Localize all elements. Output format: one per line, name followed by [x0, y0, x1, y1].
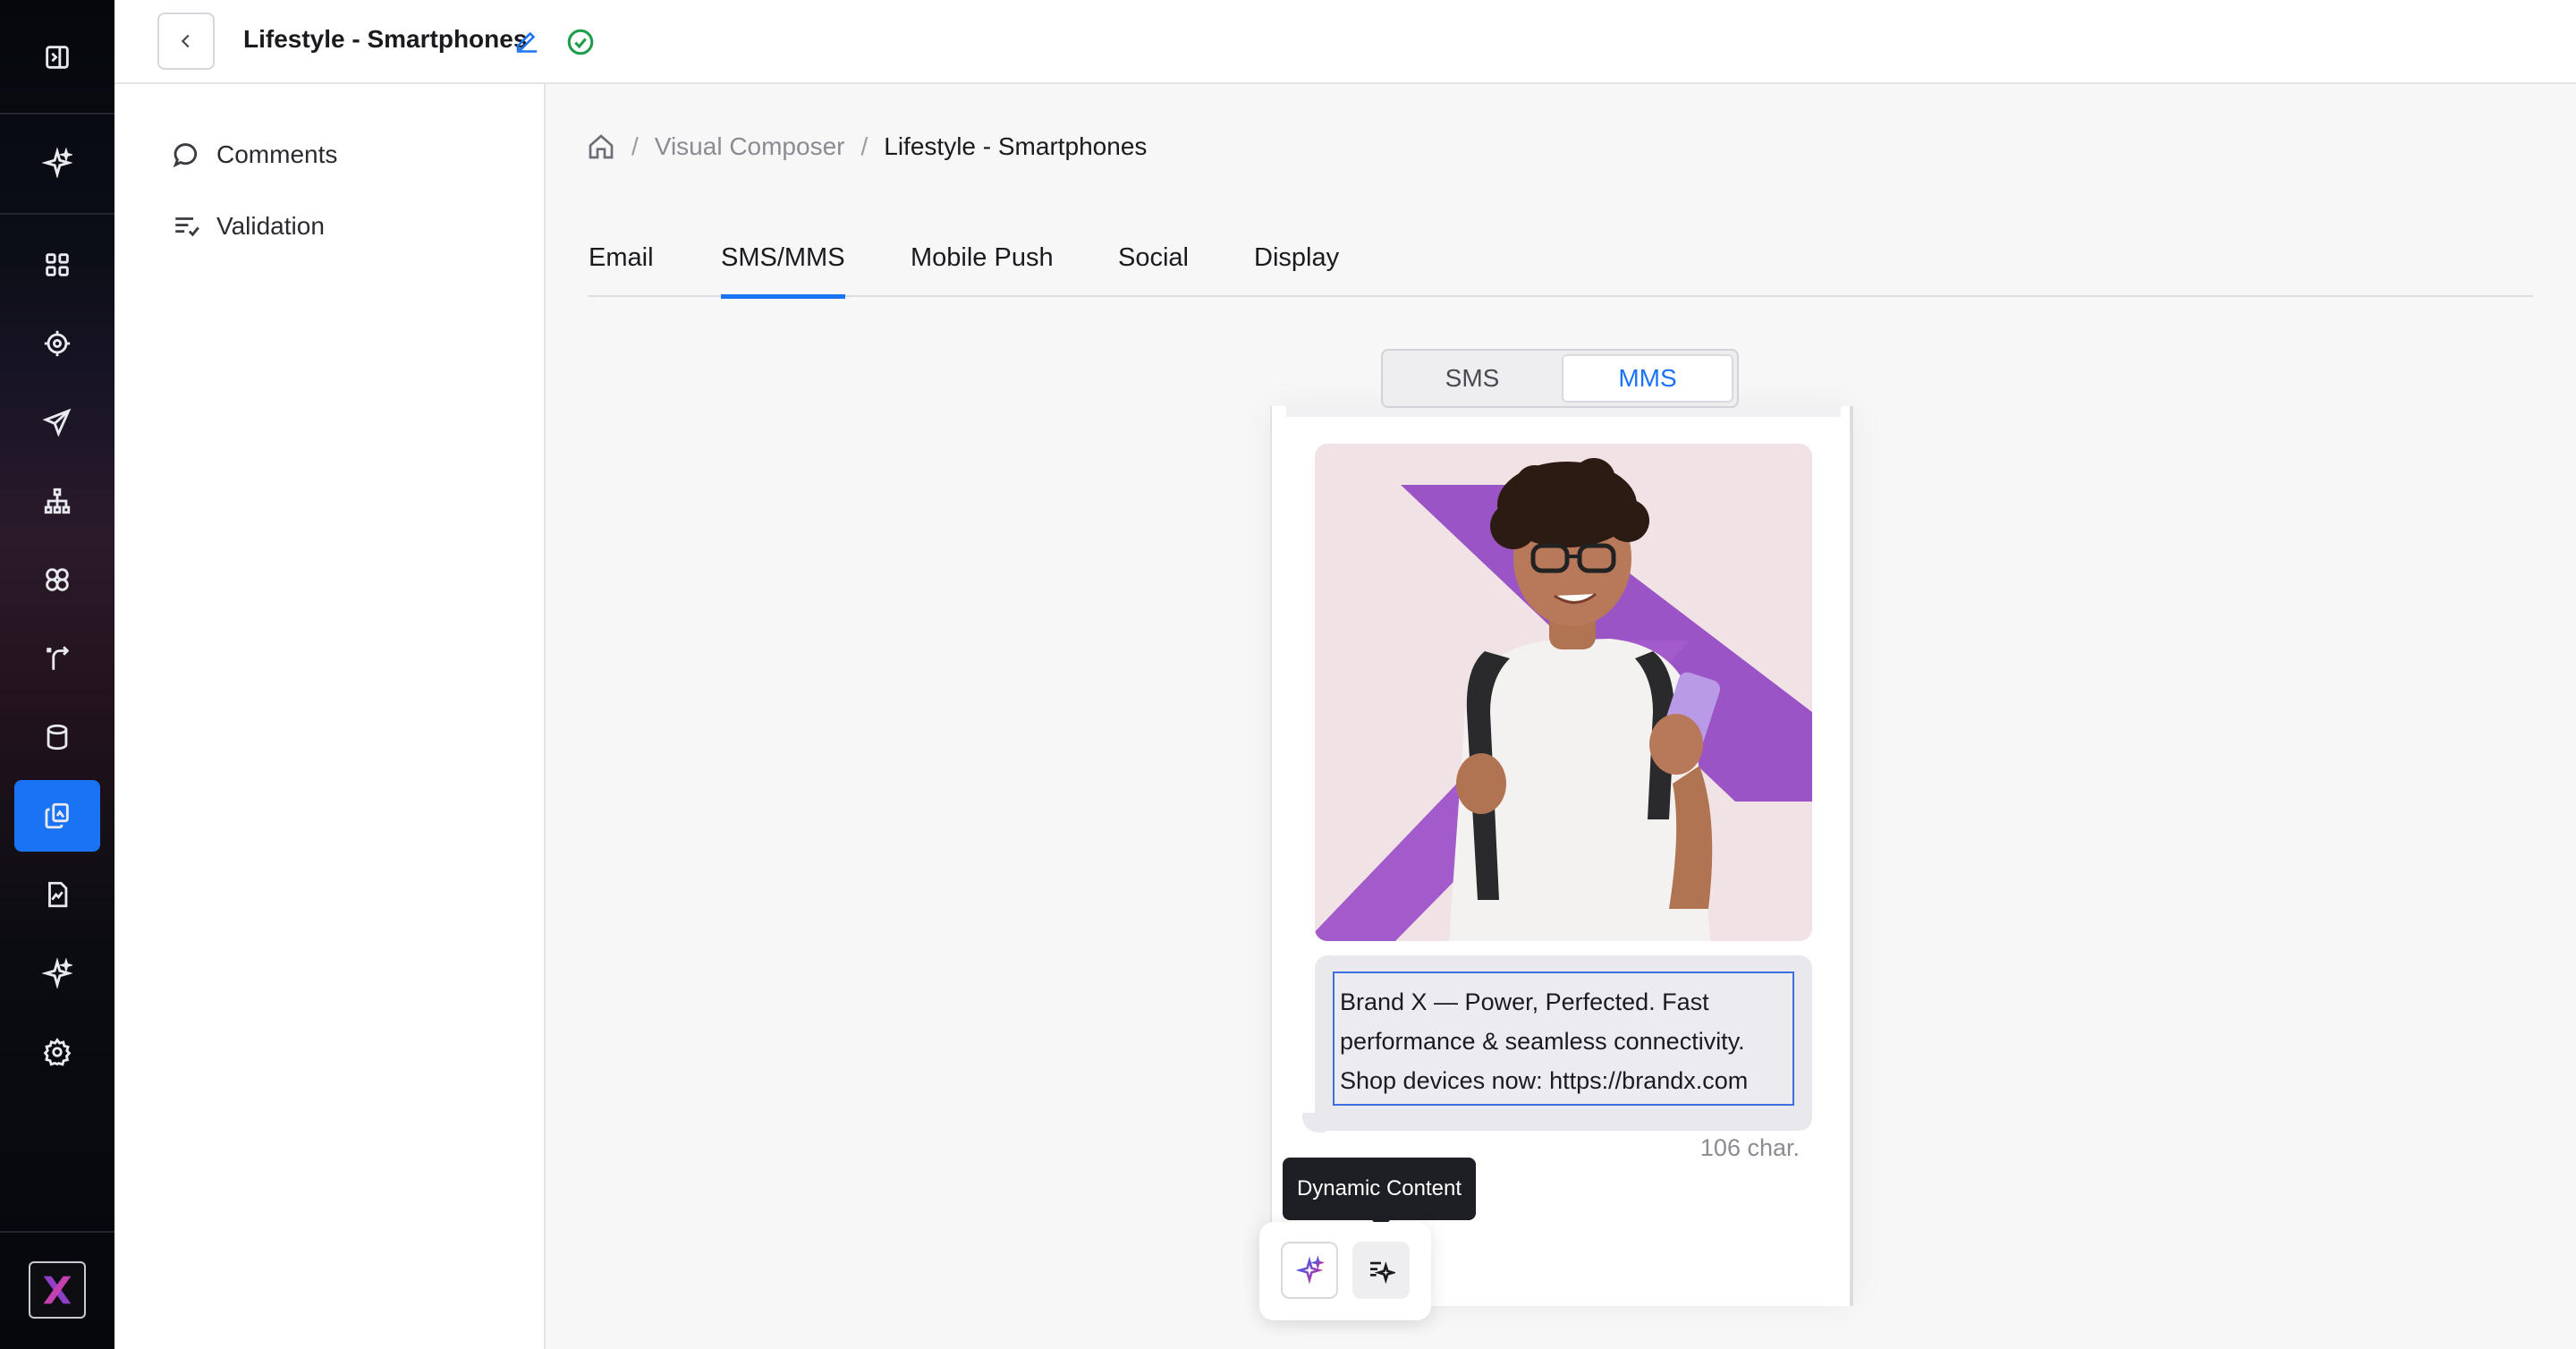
breadcrumb-parent[interactable]: Visual Composer — [655, 132, 845, 161]
rail-settings-button[interactable] — [14, 1016, 100, 1088]
rail-dashboard-button[interactable] — [14, 229, 100, 301]
chevron-left-icon — [181, 34, 190, 48]
side-item-label: Validation — [216, 212, 325, 240]
rail-reports-button[interactable] — [14, 859, 100, 930]
content-icon — [45, 802, 69, 829]
message-text-editor[interactable]: Brand X — Power, Perfected. Fast perform… — [1333, 971, 1794, 1106]
sms-mms-toggle: SMS MMS — [1381, 349, 1739, 408]
rail-ai-assist-button[interactable] — [14, 938, 100, 1009]
sparkle-icon — [42, 148, 72, 178]
tab-display[interactable]: Display — [1254, 240, 1339, 297]
panel-toggle-button[interactable] — [14, 21, 100, 93]
back-button[interactable] — [157, 13, 215, 70]
channel-tabs: Email SMS/MMS Mobile Push Social Display — [589, 240, 2533, 299]
side-item-validation[interactable]: Validation — [172, 211, 325, 242]
side-item-label: Comments — [216, 140, 338, 168]
ai-sparkle-icon — [1295, 1256, 1324, 1285]
panel-toggle-icon — [46, 46, 69, 69]
hierarchy-icon — [44, 488, 71, 514]
tab-social[interactable]: Social — [1118, 240, 1189, 297]
toggle-mms[interactable]: MMS — [1562, 354, 1733, 403]
check-circle-icon — [567, 29, 594, 55]
rail-database-button[interactable] — [14, 701, 100, 773]
rail-divider — [0, 1231, 114, 1233]
tab-email[interactable]: Email — [589, 240, 654, 297]
brand-x-logo-icon — [43, 1276, 72, 1304]
dynamic-content-icon — [1370, 1261, 1395, 1285]
character-count: 106 char. — [1699, 1134, 1800, 1161]
dynamic-content-tooltip: Dynamic Content — [1283, 1158, 1476, 1229]
settings-icon — [43, 1038, 72, 1066]
breadcrumb: / Visual Composer / Lifestyle - Smartpho… — [587, 132, 1147, 161]
rail-targeting-button[interactable] — [14, 308, 100, 379]
side-item-comments[interactable]: Comments — [172, 140, 337, 170]
database-icon — [47, 724, 68, 751]
rail-journey-button[interactable] — [14, 623, 100, 694]
target-icon — [44, 330, 71, 357]
rail-hierarchy-button[interactable] — [14, 465, 100, 537]
checklist-icon — [175, 217, 199, 237]
send-icon — [42, 408, 72, 437]
toggle-sms[interactable]: SMS — [1386, 354, 1558, 403]
rail-content-button[interactable] — [14, 780, 100, 852]
brand-logo[interactable] — [29, 1261, 86, 1319]
page-title: Lifestyle - Smartphones — [243, 25, 528, 53]
floating-toolbar — [1259, 1222, 1431, 1320]
segments-icon — [46, 568, 69, 591]
ai-sparkle-icon — [42, 958, 72, 988]
journey-icon — [46, 646, 70, 670]
tab-mobile-push[interactable]: Mobile Push — [911, 240, 1054, 297]
pencil-icon[interactable] — [513, 27, 540, 54]
report-icon — [48, 881, 68, 908]
main-navigation-rail — [0, 0, 114, 1349]
rail-ai-button[interactable] — [14, 127, 100, 199]
top-header: Lifestyle - Smartphones — [114, 0, 2576, 84]
mms-image[interactable] — [1315, 444, 1812, 941]
ai-assist-button[interactable] — [1281, 1242, 1338, 1299]
message-bubble-tail — [1302, 1113, 1326, 1133]
breadcrumb-separator: / — [860, 132, 869, 160]
home-icon[interactable] — [587, 132, 615, 161]
smartphone-lifestyle-image — [1315, 444, 1812, 941]
rail-segments-button[interactable] — [14, 544, 100, 615]
breadcrumb-separator: / — [631, 132, 639, 160]
tab-sms-mms[interactable]: SMS/MMS — [721, 240, 845, 299]
rail-divider — [0, 213, 114, 215]
dynamic-content-button[interactable] — [1352, 1242, 1410, 1299]
breadcrumb-current: Lifestyle - Smartphones — [884, 132, 1148, 160]
comment-icon — [173, 143, 198, 168]
side-panel: Comments Validation — [114, 84, 546, 1349]
rail-divider — [0, 113, 114, 115]
rail-send-button[interactable] — [14, 386, 100, 458]
dashboard-icon — [46, 253, 69, 276]
